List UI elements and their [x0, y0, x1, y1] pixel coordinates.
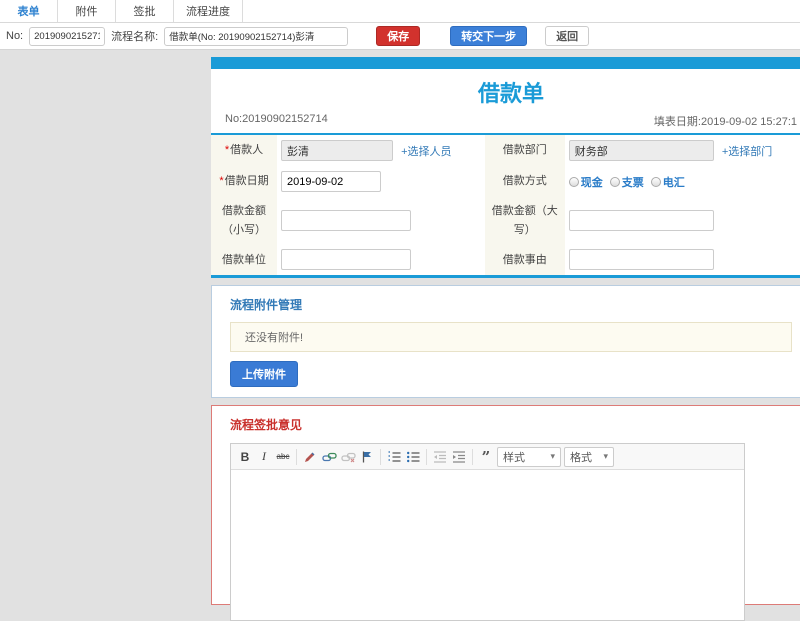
divider — [211, 275, 800, 279]
tab-bar: 表单 附件 签批 流程进度 — [0, 0, 800, 23]
loan-date-field-cell — [277, 166, 485, 197]
toolbar-separator — [472, 448, 473, 465]
anchor-flag-icon[interactable] — [359, 448, 375, 466]
amount-lower-label: 借款金额（小写） — [211, 197, 277, 245]
unit-input[interactable] — [281, 249, 411, 271]
loan-form-panel: 借款单 No:20190902152714 填表日期:2019-09-02 15… — [211, 57, 800, 279]
tab-attachments[interactable]: 附件 — [58, 0, 116, 22]
editor-toolbar: B I abc ” 样式 ▾ 格式 ▾ — [231, 444, 744, 471]
radio-icon[interactable] — [650, 176, 661, 187]
toolbar-separator — [426, 448, 427, 465]
form-no-text: No:20190902152714 — [225, 113, 328, 125]
table-row: *借款人 +选择人员 借款部门 +选择部门 — [211, 135, 800, 166]
borrower-field-cell: +选择人员 — [277, 135, 485, 166]
approval-panel: 流程签批意见 B I abc ” 样式 ▾ 格式 ▾ — [211, 405, 800, 621]
unit-label: 借款单位 — [211, 244, 277, 276]
approval-heading: 流程签批意见 — [230, 418, 303, 433]
attachments-heading: 流程附件管理 — [230, 298, 303, 313]
toolbar-separator — [380, 448, 381, 465]
amount-upper-field-cell — [564, 197, 800, 245]
tab-approval[interactable]: 签批 — [116, 0, 174, 22]
next-step-button[interactable]: 转交下一步 — [450, 26, 528, 46]
strikethrough-icon[interactable]: abc — [275, 448, 291, 466]
reason-input[interactable] — [568, 249, 714, 271]
tab-form[interactable]: 表单 — [0, 0, 58, 22]
no-input[interactable] — [29, 26, 106, 46]
table-row: 借款金额（小写） 借款金额（大写） — [211, 197, 800, 245]
link-icon[interactable] — [321, 448, 337, 466]
no-attachments-notice: 还没有附件! — [230, 322, 792, 353]
editor-content-area[interactable] — [231, 470, 744, 621]
process-name-input[interactable] — [164, 26, 349, 46]
panel-accent-bar — [211, 57, 800, 69]
action-bar: No: 流程名称: 保存 转交下一步 返回 — [0, 23, 800, 50]
rich-text-editor: B I abc ” 样式 ▾ 格式 ▾ — [230, 443, 745, 621]
amount-upper-label: 借款金额（大写） — [484, 197, 565, 245]
indent-icon[interactable] — [451, 448, 467, 466]
reason-label: 借款事由 — [484, 244, 565, 276]
remove-format-icon[interactable] — [302, 448, 318, 466]
method-label: 借款方式 — [484, 166, 565, 197]
tab-progress[interactable]: 流程进度 — [174, 0, 243, 22]
unlink-icon[interactable] — [340, 448, 356, 466]
toolbar-separator — [296, 448, 297, 465]
form-meta-row: No:20190902152714 填表日期:2019-09-02 15:27:… — [211, 113, 800, 133]
table-row: *借款日期 借款方式 现金 支票 — [211, 166, 800, 197]
radio-icon[interactable] — [609, 176, 620, 187]
format-dropdown[interactable]: 格式 ▾ — [564, 446, 614, 467]
save-button[interactable]: 保存 — [376, 26, 421, 46]
fill-date-text: 填表日期:2019-09-02 15:27:1 — [653, 116, 797, 128]
amount-upper-input[interactable] — [568, 210, 714, 232]
required-marker: * — [219, 175, 224, 188]
chevron-down-icon: ▾ — [603, 451, 608, 462]
radio-check[interactable]: 支票 — [609, 174, 644, 190]
loan-form-table: *借款人 +选择人员 借款部门 +选择部门 *借款日期 — [211, 135, 800, 276]
blockquote-icon[interactable]: ” — [478, 448, 494, 466]
borrower-input[interactable] — [281, 140, 393, 161]
amount-lower-input[interactable] — [281, 210, 411, 232]
attachments-panel: 流程附件管理 还没有附件! 上传附件 — [211, 285, 800, 399]
italic-icon[interactable]: I — [256, 448, 272, 466]
process-name-label: 流程名称: — [111, 31, 159, 43]
select-person-link[interactable]: +选择人员 — [401, 146, 451, 158]
radio-icon[interactable] — [568, 176, 579, 187]
select-department-link[interactable]: +选择部门 — [722, 146, 772, 158]
table-row: 借款单位 借款事由 — [211, 244, 800, 276]
reason-field-cell — [564, 244, 800, 276]
loan-date-input[interactable] — [281, 171, 381, 192]
ordered-list-icon[interactable] — [386, 448, 402, 466]
upload-attachment-button[interactable]: 上传附件 — [230, 361, 298, 388]
back-button[interactable]: 返回 — [545, 26, 590, 46]
loan-date-label: *借款日期 — [211, 166, 277, 197]
chevron-down-icon: ▾ — [550, 451, 555, 462]
department-input[interactable] — [568, 140, 714, 161]
radio-cash[interactable]: 现金 — [568, 174, 603, 190]
department-field-cell: +选择部门 — [564, 135, 800, 166]
borrower-label: *借款人 — [211, 135, 277, 166]
required-marker: * — [224, 144, 230, 157]
bold-icon[interactable]: B — [237, 448, 253, 466]
amount-lower-field-cell — [277, 197, 485, 245]
unit-field-cell — [277, 244, 485, 276]
styles-dropdown[interactable]: 样式 ▾ — [497, 446, 561, 467]
radio-wire[interactable]: 电汇 — [650, 174, 685, 190]
outdent-icon[interactable] — [432, 448, 448, 466]
main-content: 借款单 No:20190902152714 填表日期:2019-09-02 15… — [211, 57, 800, 621]
department-label: 借款部门 — [484, 135, 565, 166]
bullet-list-icon[interactable] — [405, 448, 421, 466]
page-title: 借款单 — [477, 81, 544, 106]
no-label: No: — [6, 30, 24, 42]
method-field-cell: 现金 支票 电汇 — [564, 166, 800, 197]
